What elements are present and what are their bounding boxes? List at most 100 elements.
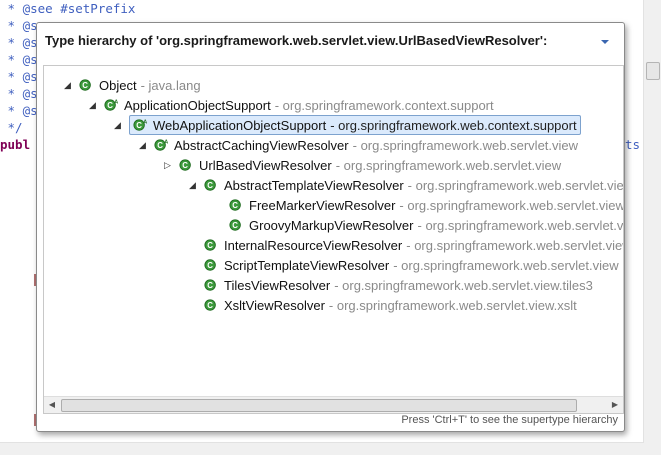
svg-text:C: C: [207, 241, 213, 250]
package-name: - org.springframework.web.servlet.view: [335, 157, 562, 173]
class-name: ScriptTemplateViewResolver: [224, 257, 390, 273]
tree-item-content[interactable]: C InternalResourceViewResolver - org.sprin…: [204, 237, 624, 253]
tree-item[interactable]: ▷ C UrlBasedViewResolver - org.springframew…: [164, 155, 561, 175]
collapse-arrow-icon[interactable]: ◢: [64, 80, 73, 90]
svg-text:C: C: [232, 201, 238, 210]
class-icon: C: [204, 239, 216, 251]
tree-item[interactable]: ◢ C AbstractTemplateViewResolver - org.spri…: [189, 175, 624, 195]
collapse-arrow-icon[interactable]: ◢: [189, 180, 198, 190]
svg-text:A: A: [143, 119, 147, 125]
type-hierarchy-popup: Type hierarchy of 'org.springframework.w…: [36, 22, 625, 432]
class-name: GroovyMarkupViewResolver: [249, 217, 414, 233]
editor-horizontal-scrollbar[interactable]: [0, 442, 644, 455]
code-line: * @s: [0, 86, 38, 101]
tree-item[interactable]: C GroovyMarkupViewResolver - org.springfra…: [214, 215, 624, 235]
class-name: InternalResourceViewResolver: [224, 237, 403, 253]
class-icon: C: [229, 199, 241, 211]
package-name: - org.springframework.web.servlet.view: [393, 257, 619, 273]
tree-item[interactable]: C FreeMarkerViewResolver - org.springframe…: [214, 195, 623, 215]
scroll-right-arrow-icon[interactable]: ▶: [607, 397, 623, 413]
tree-item[interactable]: C ScriptTemplateViewResolver - org.springf…: [189, 255, 619, 275]
tree-item[interactable]: C TilesViewResolver - org.springframework.…: [189, 275, 593, 295]
tree-item-content[interactable]: C A AbstractCachingViewResolver - org.sprin…: [154, 138, 578, 153]
collapse-arrow-icon[interactable]: ◢: [139, 140, 148, 150]
svg-text:C: C: [82, 81, 88, 90]
tree-item[interactable]: C InternalResourceViewResolver - org.sprin…: [189, 235, 624, 255]
package-name: - org.springframework.web.servlet.view: [352, 137, 579, 153]
package-name: - org.springframework.web.context.suppor…: [330, 117, 577, 133]
code-line: publ: [0, 137, 31, 152]
expand-arrow-icon[interactable]: ▷: [164, 160, 173, 170]
package-name: - org.springframework.web.servlet.view.x…: [328, 297, 577, 313]
code-line: */: [0, 120, 23, 135]
tree-item[interactable]: ◢ C A WebApplicationObjectSupport - org.spri…: [114, 115, 581, 135]
code-line: * @s: [0, 35, 38, 50]
package-name: - org.springframework.web.servlet.view: [407, 177, 624, 193]
tree-horizontal-scrollbar[interactable]: ◀ ▶: [44, 396, 623, 413]
class-icon: CA: [133, 119, 147, 131]
collapse-arrow-icon[interactable]: ◢: [114, 120, 123, 130]
tree-item[interactable]: ◢ C A ApplicationObjectSupport - org.springf…: [89, 95, 494, 115]
class-name: WebApplicationObjectSupport: [153, 117, 327, 133]
package-name: - org.springframework.web.servlet.view.t…: [334, 277, 593, 293]
scroll-left-arrow-icon[interactable]: ◀: [44, 397, 60, 413]
svg-text:C: C: [207, 261, 213, 270]
chevron-down-icon: [601, 40, 609, 44]
class-icon: C: [204, 299, 216, 311]
class-name: AbstractCachingViewResolver: [174, 137, 349, 153]
package-name: - org.springframework.web.servlet.view: [417, 217, 624, 233]
tree-item-content[interactable]: C AbstractTemplateViewResolver - org.sprin…: [204, 177, 624, 193]
code-line: * @see #setPrefix: [0, 1, 136, 16]
tree-item[interactable]: C XsltViewResolver - org.springframework.w…: [189, 295, 577, 315]
svg-text:C: C: [107, 101, 113, 110]
package-name: - java.lang: [140, 77, 201, 93]
svg-text:A: A: [164, 139, 168, 145]
class-icon: CA: [154, 139, 168, 151]
package-name: - org.springframework.context.support: [274, 97, 494, 113]
tree-item-content[interactable]: C Object - java.lang: [79, 78, 201, 93]
tree-item-content[interactable]: C FreeMarkerViewResolver - org.springframe…: [229, 197, 623, 213]
class-name: UrlBasedViewResolver: [199, 157, 332, 173]
svg-text:C: C: [207, 301, 213, 310]
tree-item-content[interactable]: C A ApplicationObjectSupport - org.springfr…: [104, 98, 494, 113]
class-name: ApplicationObjectSupport: [124, 97, 271, 113]
tree-item-content[interactable]: C UrlBasedViewResolver - org.springframewo…: [179, 158, 561, 173]
tree-item-content[interactable]: C ScriptTemplateViewResolver - org.springf…: [204, 258, 619, 273]
class-name: Object: [99, 77, 137, 93]
editor-scroll-thumb[interactable]: [646, 62, 660, 80]
class-icon: C: [204, 279, 216, 291]
tree-item-content[interactable]: C GroovyMarkupViewResolver - org.springfra…: [229, 217, 624, 233]
svg-text:C: C: [207, 281, 213, 290]
class-name: AbstractTemplateViewResolver: [224, 177, 404, 193]
status-hint: Press 'Ctrl+T' to see the supertype hier…: [401, 414, 618, 426]
tree-item[interactable]: ◢ C Object - java.lang: [64, 75, 201, 95]
svg-text:C: C: [207, 181, 213, 190]
tree-scroll-thumb[interactable]: [61, 399, 577, 412]
tree-item[interactable]: ◢ C A AbstractCachingViewResolver - org.spri…: [139, 135, 578, 155]
tree-item-content[interactable]: C TilesViewResolver - org.springframework.…: [204, 278, 593, 293]
view-menu-button[interactable]: [598, 35, 612, 47]
class-name: FreeMarkerViewResolver: [249, 197, 396, 213]
hierarchy-tree[interactable]: ◢ C Object - java.lang ◢ C A ApplicationObjectS…: [43, 65, 624, 414]
code-line: * @s: [0, 52, 38, 67]
class-icon: C: [204, 179, 216, 191]
package-name: - org.springframework.web.servlet.view: [406, 237, 624, 253]
collapse-arrow-icon[interactable]: ◢: [89, 100, 98, 110]
svg-text:C: C: [157, 141, 163, 150]
editor-vertical-scrollbar[interactable]: [643, 0, 661, 455]
class-icon: C: [179, 159, 191, 171]
popup-title: Type hierarchy of 'org.springframework.w…: [45, 33, 548, 48]
class-icon: C: [204, 259, 216, 271]
svg-text:A: A: [114, 99, 118, 105]
class-icon: C: [229, 219, 241, 231]
selected-tree-item[interactable]: C A WebApplicationObjectSupport - org.sprin…: [129, 115, 581, 135]
class-icon: CA: [104, 99, 118, 111]
code-fragment: ts: [625, 137, 641, 152]
tree-item-content[interactable]: C XsltViewResolver - org.springframework.w…: [204, 298, 577, 313]
class-name: XsltViewResolver: [224, 297, 325, 313]
class-icon: C: [79, 79, 91, 91]
